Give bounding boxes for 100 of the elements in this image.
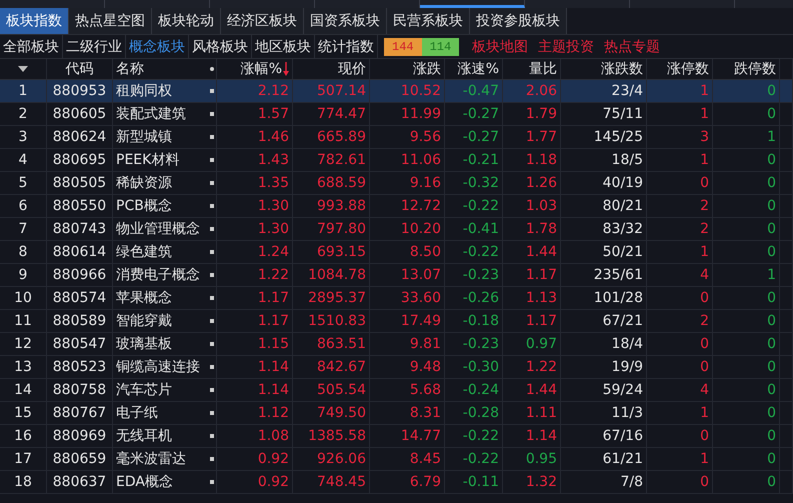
table-cell: 880605 xyxy=(52,106,106,122)
marker-icon xyxy=(210,434,214,438)
table-cell: 11.99 xyxy=(400,106,441,122)
link[interactable]: 热点专题 xyxy=(604,38,660,56)
table-cell: 16 xyxy=(14,428,32,444)
tab[interactable]: 热点星空图 xyxy=(69,8,152,34)
column-header[interactable]: 代码 xyxy=(66,60,94,78)
table-cell: 665.89 xyxy=(317,129,366,145)
table-cell: 1 xyxy=(700,106,709,122)
table-row[interactable]: 8 880614 绿色建筑 1.24 693.15 8.50 -0.22 1.44 50/21 1 0 xyxy=(0,241,793,264)
table-cell: -0.27 xyxy=(462,106,499,122)
table-row[interactable]: 18 880637 EDA概念 0.92 748.45 6.79 -0.11 1.32 7/8 0 0 xyxy=(0,471,793,494)
table-row[interactable]: 9 880966 消费电子概念 1.22 1084.78 13.07 -0.23 1.17 235/61 4 1 xyxy=(0,264,793,287)
table-cell: 688.59 xyxy=(317,175,366,191)
column-header[interactable]: 量比 xyxy=(529,60,557,78)
column-header[interactable]: 现价 xyxy=(338,60,366,78)
marker-icon xyxy=(210,411,214,415)
table-cell: 新型城镇 xyxy=(116,128,172,146)
table-cell: 租购同权 xyxy=(116,82,172,100)
table-row[interactable]: 2 880605 装配式建筑 1.57 774.47 11.99 -0.27 1.79 75/11 1 0 xyxy=(0,103,793,126)
table-cell: 4 xyxy=(18,152,28,168)
category-tab[interactable]: 风格板块 xyxy=(189,35,252,58)
tab[interactable]: 国资系板块 xyxy=(304,8,387,34)
table-cell: 铜缆高速连接 xyxy=(116,358,200,376)
dropdown-icon[interactable] xyxy=(18,66,28,72)
table-row[interactable]: 7 880743 物业管理概念 1.30 797.80 10.20 -0.41 1.78 83/32 2 0 xyxy=(0,218,793,241)
table-cell: 12 xyxy=(14,336,32,352)
table-cell: 842.67 xyxy=(317,359,366,375)
column-header[interactable]: 涨跌数 xyxy=(601,60,643,78)
table-cell: 0 xyxy=(700,175,709,191)
table-cell: 880589 xyxy=(52,313,106,329)
table-cell: 10.52 xyxy=(400,83,441,99)
table-cell: 4 xyxy=(700,267,709,283)
table-cell: 0 xyxy=(767,359,776,375)
category-tab[interactable]: 全部板块 xyxy=(0,35,63,58)
table-cell: -0.28 xyxy=(462,405,499,421)
table-cell: 880758 xyxy=(52,382,106,398)
table-cell: 797.80 xyxy=(317,221,366,237)
table-cell: 8.45 xyxy=(410,451,441,467)
table-cell: 75/11 xyxy=(602,106,643,122)
table-cell: 6 xyxy=(18,198,28,214)
table-row[interactable]: 4 880695 PEEK材料 1.43 782.61 11.06 -0.21 1.18 18/5 1 0 xyxy=(0,149,793,172)
table-cell: -0.22 xyxy=(462,428,499,444)
table-cell: 1.30 xyxy=(258,221,289,237)
category-tab[interactable]: 二级行业 xyxy=(63,35,126,58)
table-cell: PCB概念 xyxy=(116,197,172,215)
table-row[interactable]: 10 880574 苹果概念 1.17 2895.37 33.60 -0.26 1.13 101/28 0 0 xyxy=(0,287,793,310)
table-row[interactable]: 15 880767 电子纸 1.12 749.50 8.31 -0.28 1.11 11/3 1 0 xyxy=(0,402,793,425)
table-cell: 电子纸 xyxy=(116,404,158,422)
table-cell: 1.44 xyxy=(526,382,557,398)
table-cell: 8 xyxy=(18,244,28,260)
table-row[interactable]: 5 880505 稀缺资源 1.35 688.59 9.16 -0.32 1.26 40/19 0 0 xyxy=(0,172,793,195)
table-row[interactable]: 16 880969 无线耳机 1.08 1385.58 14.77 -0.22 1.14 67/16 0 0 xyxy=(0,425,793,448)
column-header[interactable]: 涨速% xyxy=(458,60,499,78)
table-row[interactable]: 17 880659 毫米波雷达 0.92 926.06 8.45 -0.22 0.95 61/21 1 0 xyxy=(0,448,793,471)
marker-icon xyxy=(210,158,214,162)
table-cell: 880767 xyxy=(52,405,106,421)
table-cell: 1385.58 xyxy=(308,428,366,444)
column-header[interactable]: 涨停数 xyxy=(667,60,709,78)
category-tab[interactable]: 地区板块 xyxy=(252,35,315,58)
column-header[interactable]: 跌停数 xyxy=(734,60,776,78)
table-cell: 1.17 xyxy=(526,313,557,329)
table-cell: 880953 xyxy=(52,83,106,99)
table-cell: 101/28 xyxy=(594,290,643,306)
table-cell: 880637 xyxy=(52,474,106,490)
tab[interactable]: 板块轮动 xyxy=(152,8,221,34)
table-row[interactable]: 13 880523 铜缆高速连接 1.14 842.67 9.48 -0.30 1.22 19/9 0 0 xyxy=(0,356,793,379)
table-cell: -0.22 xyxy=(462,198,499,214)
window-segment[interactable] xyxy=(420,0,525,8)
table-cell: 0 xyxy=(767,83,776,99)
marker-icon xyxy=(210,250,214,254)
table-cell: 235/61 xyxy=(594,267,643,283)
table-cell: 稀缺资源 xyxy=(116,174,172,192)
table-cell: 无线耳机 xyxy=(116,427,172,445)
tab[interactable]: 投资参股板块 xyxy=(470,8,567,34)
column-header[interactable]: 涨幅% xyxy=(240,60,282,78)
table-cell: 9.81 xyxy=(410,336,441,352)
tab[interactable]: 板块指数 xyxy=(0,8,69,34)
link[interactable]: 主题投资 xyxy=(538,38,594,56)
tab[interactable]: 经济区板块 xyxy=(221,8,304,34)
link[interactable]: 板块地图 xyxy=(472,38,528,56)
table-cell: 10 xyxy=(14,290,32,306)
column-header[interactable]: 名称 xyxy=(116,60,144,78)
category-tab[interactable]: 统计指数 xyxy=(315,35,378,58)
tab[interactable]: 民营系板块 xyxy=(387,8,470,34)
table-row[interactable]: 14 880758 汽车芯片 1.14 505.54 5.68 -0.24 1.44 59/24 4 0 xyxy=(0,379,793,402)
marker-icon xyxy=(210,227,214,231)
table-cell: 11.06 xyxy=(400,152,441,168)
category-tab[interactable]: 概念板块 xyxy=(126,35,189,58)
table-cell: 毫米波雷达 xyxy=(116,450,186,468)
table-row[interactable]: 6 880550 PCB概念 1.30 993.88 12.72 -0.22 1.03 80/21 2 0 xyxy=(0,195,793,218)
table-cell: 7/8 xyxy=(620,474,643,490)
marker-icon xyxy=(210,89,214,93)
table-cell: 0 xyxy=(767,428,776,444)
table-row[interactable]: 1 880953 租购同权 2.12 507.14 10.52 -0.47 2.06 23/4 1 0 xyxy=(0,80,793,103)
table-row[interactable]: 12 880547 玻璃基板 1.15 863.51 9.81 -0.23 0.97 18/4 0 0 xyxy=(0,333,793,356)
table-row[interactable]: 3 880624 新型城镇 1.46 665.89 9.56 -0.27 1.77 145/25 3 1 xyxy=(0,126,793,149)
table-cell: 17 xyxy=(14,451,32,467)
column-header[interactable]: 涨跌 xyxy=(413,60,441,78)
table-row[interactable]: 11 880589 智能穿戴 1.17 1510.83 17.49 -0.18 1.17 67/21 2 0 xyxy=(0,310,793,333)
